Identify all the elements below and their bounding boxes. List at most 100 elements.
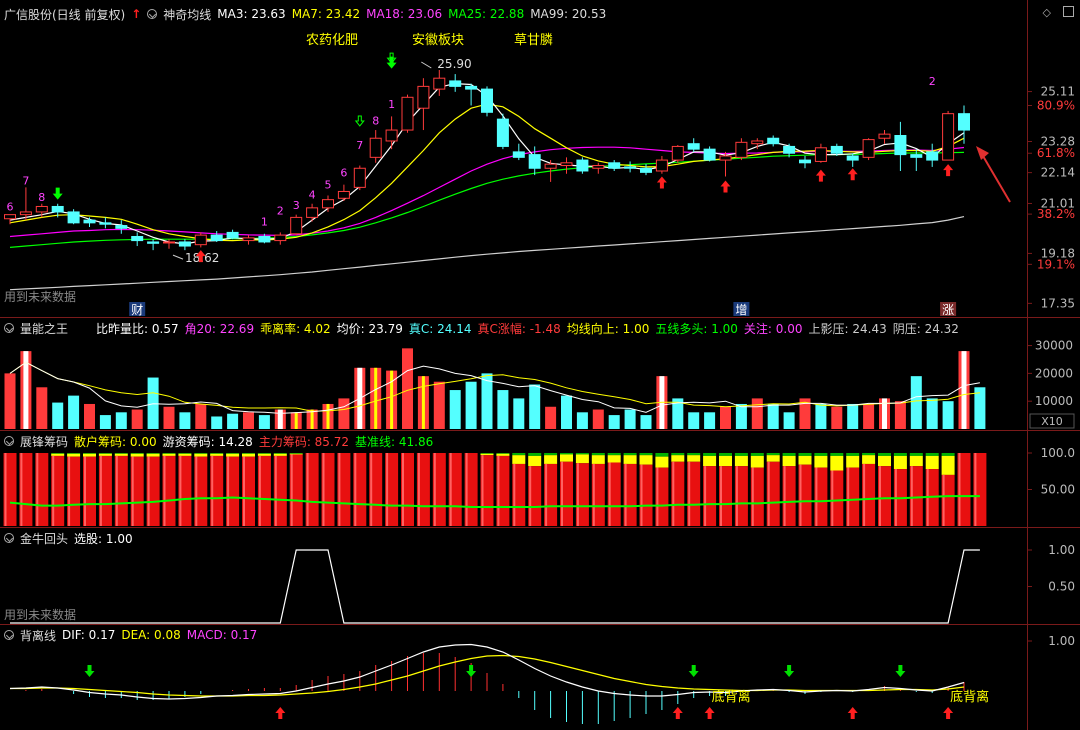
chip-bar-shine: [402, 453, 404, 526]
main-chart-panel[interactable]: 广信股份(日线 前复权) ↑ 神奇均线 MA3: 23.63 MA7: 23.42…: [0, 0, 1080, 317]
chip-bar-shine: [497, 455, 500, 526]
chip-bar-shine: [847, 467, 850, 526]
chip-bar-shine: [561, 461, 563, 526]
chip-panel[interactable]: 展锋筹码 散户筹码: 0.00 游资筹码: 14.28 主力筹码: 85.72 基准线…: [0, 431, 1080, 527]
chip-retail-segment: [480, 453, 494, 454]
chip-retail-segment: [528, 453, 542, 456]
candle-body: [496, 118, 509, 147]
volume-bar: [115, 412, 127, 429]
volume-bar: [338, 398, 350, 429]
chip-bar-shine: [863, 463, 866, 526]
candle-body: [560, 162, 573, 167]
candlestick-chart[interactable]: 25.1180.9%23.2861.8%22.1421.0138.2%19.18…: [0, 0, 1080, 317]
chip-hot-money-segment: [83, 453, 96, 457]
macd-chart[interactable]: 1.00 底背离 底背离: [0, 625, 1080, 730]
red-pointer-arrow-icon: [976, 146, 989, 160]
chip-bar-shine: [195, 456, 198, 526]
volume-bar: [576, 412, 588, 429]
chip-retail-segment: [496, 453, 510, 454]
chip-bar-shine: [20, 453, 23, 526]
chip-retail-segment: [782, 453, 796, 456]
volume-bar: [704, 412, 716, 429]
volume-bar: [735, 403, 747, 429]
candle-body: [942, 113, 955, 161]
chip-hot-money-segment: [273, 453, 287, 456]
chip-hot-money-segment: [623, 455, 637, 464]
volume-bar: [465, 381, 477, 429]
event-marker-label: 财: [131, 303, 143, 317]
volume-bar: [751, 398, 763, 429]
bull-signal-line: [10, 549, 980, 624]
bull-chart[interactable]: 1.00 0.50: [0, 528, 1080, 624]
chip-retail-segment: [98, 453, 112, 454]
chip-bar-shine: [338, 453, 341, 526]
buy-arrow-icon: [847, 707, 858, 719]
candle-body: [385, 129, 398, 142]
volume-bar: [863, 403, 875, 429]
macd-panel[interactable]: 背离线 DIF: 0.17 DEA: 0.08 MACD: 0.17 1.00 底背离…: [0, 625, 1080, 730]
chip-retail-segment: [575, 453, 589, 455]
nine-turn-mark: 5: [325, 179, 332, 192]
candle-body: [369, 137, 382, 158]
candle-body: [528, 154, 541, 169]
chip-bar-shine: [99, 455, 102, 526]
chip-retail-segment: [814, 453, 828, 456]
chip-retail-segment: [766, 453, 780, 456]
bull-panel[interactable]: 金牛回头 选股: 1.00 1.00 0.50 用到未来数据: [0, 528, 1080, 624]
volume-bar: [163, 406, 175, 429]
volume-bar: [52, 402, 64, 429]
sell-arrow-icon: [688, 665, 699, 677]
volume-axis-label: 10000: [1035, 394, 1073, 408]
buy-arrow-icon: [275, 707, 286, 719]
chip-retail-segment: [719, 453, 732, 456]
future-data-watermark: 用到未来数据: [4, 290, 77, 304]
volume-panel[interactable]: 量能之王 比昨量比: 0.57 角20: 22.69 乖离率: 4.02 均价: 23…: [0, 318, 1080, 430]
nine-turn-mark: 1: [261, 216, 268, 229]
candle-body: [131, 235, 144, 242]
chip-axis-label: 50.00: [1041, 483, 1075, 497]
chip-hot-money-segment: [878, 455, 891, 467]
chip-retail-segment: [750, 453, 764, 456]
candle-body: [862, 139, 875, 158]
chip-hot-money-segment: [560, 454, 573, 462]
volume-bar-highlight: [310, 409, 314, 429]
chip-hot-money-segment: [703, 455, 717, 467]
volume-bar: [4, 373, 16, 429]
volume-bar: [497, 390, 509, 429]
nine-turn-mark: 3: [293, 199, 300, 212]
candle-body: [544, 163, 557, 169]
sell-arrow-icon: [895, 665, 906, 677]
volume-bar: [227, 413, 239, 429]
chip-bar-shine: [36, 453, 39, 526]
volume-bar-highlight: [294, 412, 298, 429]
chip-bar-shine: [545, 463, 548, 526]
volume-bar: [243, 412, 254, 429]
chip-bar-shine: [243, 456, 245, 526]
candle-body: [703, 148, 716, 161]
chip-chart[interactable]: 100.0 50.00: [0, 431, 1080, 527]
candle-body: [846, 155, 859, 161]
volume-bar: [561, 395, 572, 429]
candle-body: [290, 216, 303, 235]
candle-body: [783, 145, 796, 154]
candle-body: [147, 241, 160, 244]
chip-bar-shine: [322, 453, 325, 526]
chip-retail-segment: [83, 453, 96, 454]
buy-arrow-icon: [720, 180, 731, 193]
event-marker-label: 增: [735, 303, 747, 317]
chip-hot-money-segment: [146, 453, 160, 457]
candle-body: [258, 235, 271, 243]
chip-retail-segment: [257, 453, 271, 454]
chip-bar-shine: [370, 453, 373, 526]
volume-chart[interactable]: 30000 20000 10000 X10: [0, 318, 1080, 430]
chip-bar-shine: [433, 453, 436, 526]
candle-body: [51, 205, 64, 213]
chip-retail-segment: [289, 453, 303, 454]
chip-bar-shine: [958, 453, 961, 526]
volume-bar: [195, 403, 207, 429]
sell-arrow-icon: [84, 665, 95, 677]
volume-bar: [131, 409, 143, 429]
chip-bar-shine: [640, 464, 643, 526]
chip-hot-money-segment: [226, 453, 240, 457]
chip-hot-money-segment: [528, 455, 542, 467]
